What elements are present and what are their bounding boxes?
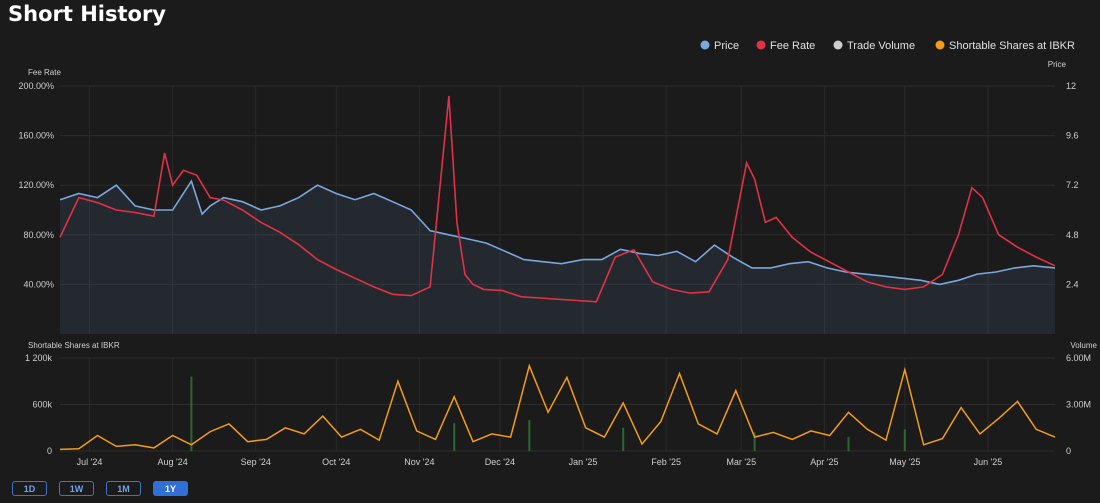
price-tick-label: 2.4 xyxy=(1066,279,1079,289)
short-history-chart: Price Fee Rate Trade Volume Shortable Share… xyxy=(18,40,1097,467)
x-tick-label: Jun '25 xyxy=(974,457,1003,467)
x-tick-label: Jan '25 xyxy=(569,457,598,467)
x-tick-label: Feb '25 xyxy=(651,457,681,467)
volume-tick-label: 6.00M xyxy=(1066,353,1091,363)
fee-rate-tick-label: 40.00% xyxy=(23,279,54,289)
x-tick-label: Nov '24 xyxy=(404,457,434,467)
legend-fee-rate-marker xyxy=(756,40,766,50)
volume-tick-label: 3.00M xyxy=(1066,400,1091,410)
trade-volume-bar xyxy=(622,427,625,451)
price-tick-label: 4.8 xyxy=(1066,230,1079,240)
price-tick-label: 9.6 xyxy=(1066,131,1079,141)
legend-fee-rate: Fee Rate xyxy=(770,40,815,52)
shortable-tick-label: 1 200k xyxy=(25,353,53,363)
legend-price-marker xyxy=(700,40,710,50)
trade-volume-bar xyxy=(528,420,531,451)
trade-volume-bar xyxy=(847,437,850,451)
range-selector: 1D 1W 1M 1Y xyxy=(12,481,188,496)
price-area xyxy=(60,181,1055,334)
x-tick-label: Mar '25 xyxy=(726,457,756,467)
trade-volume-bar xyxy=(453,423,456,451)
x-tick-label: May '25 xyxy=(889,457,920,467)
price-axis-title: Price xyxy=(1048,60,1067,69)
shortable-tick-label: 0 xyxy=(47,446,52,456)
fee-rate-tick-label: 200.00% xyxy=(18,81,54,91)
range-1m-button[interactable]: 1M xyxy=(106,481,141,496)
legend-trade-volume: Trade Volume xyxy=(847,40,915,52)
x-tick-label: Sep '24 xyxy=(241,457,271,467)
price-tick-label: 12 xyxy=(1066,81,1076,91)
shortable-axis-title: Shortable Shares at IBKR xyxy=(28,341,120,350)
volume-tick-label: 0 xyxy=(1066,446,1071,456)
x-tick-label: Dec '24 xyxy=(485,457,515,467)
fee-rate-axis-title: Fee Rate xyxy=(28,68,61,77)
range-1w-button[interactable]: 1W xyxy=(59,481,94,496)
x-tick-label: Apr '25 xyxy=(810,457,838,467)
fee-rate-tick-label: 120.00% xyxy=(18,180,54,190)
fee-rate-tick-label: 160.00% xyxy=(18,131,54,141)
legend-shortable-shares: Shortable Shares at IBKR xyxy=(949,40,1075,52)
x-tick-label: Oct '24 xyxy=(322,457,350,467)
legend-trade-volume-marker xyxy=(833,40,843,50)
x-tick-label: Jul '24 xyxy=(77,457,103,467)
trade-volume-bar xyxy=(903,429,906,451)
x-tick-label: Aug '24 xyxy=(158,457,188,467)
volume-axis-title: Volume xyxy=(1070,341,1097,350)
range-1y-button[interactable]: 1Y xyxy=(153,481,188,496)
legend-shortable-shares-marker xyxy=(935,40,945,50)
price-tick-label: 7.2 xyxy=(1066,180,1079,190)
legend-price: Price xyxy=(714,40,739,52)
trade-volume-bar xyxy=(190,376,193,451)
range-1d-button[interactable]: 1D xyxy=(12,481,47,496)
fee-rate-tick-label: 80.00% xyxy=(23,230,54,240)
shortable-tick-label: 600k xyxy=(32,400,52,410)
